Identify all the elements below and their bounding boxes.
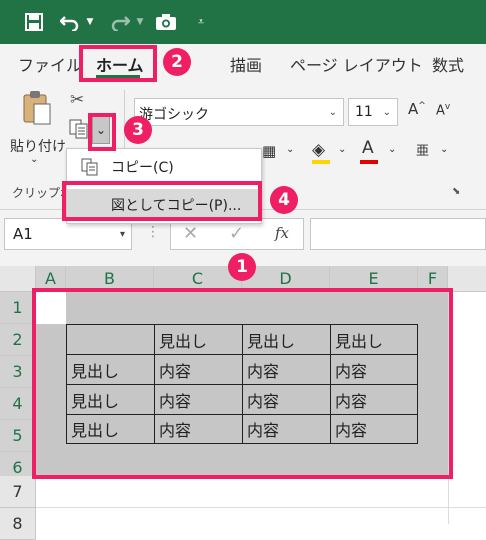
font-color-icon[interactable]: A [362, 138, 374, 158]
menu-item-copy-label: コピー(C) [111, 160, 174, 176]
callout-badge-2: 2 [163, 48, 191, 76]
callout-badge-3: 3 [124, 116, 152, 144]
redo-icon [108, 8, 132, 36]
redo-dropdown-icon: ▼ [136, 17, 144, 27]
table-cell[interactable]: 内容 [243, 415, 331, 444]
more-options-icon: ⋮ [146, 224, 160, 240]
column-header[interactable]: A [36, 266, 66, 292]
table-cell[interactable]: 見出し [155, 325, 243, 355]
font-name-value: 游ゴシック [139, 107, 209, 123]
active-cell[interactable] [36, 292, 66, 324]
increase-font-size-icon[interactable]: A^ [408, 100, 426, 118]
chevron-down-icon[interactable]: ▾ [120, 229, 125, 240]
undo-icon[interactable] [58, 8, 82, 36]
quick-access-toolbar: ▼ ▼ ⩡ [0, 0, 486, 44]
column-header-overflow [448, 266, 486, 292]
ribbon-tabs: ファイル ホーム 描画 ページ レイアウト 数式 [0, 44, 486, 84]
font-color-bar [360, 160, 378, 164]
customize-icon[interactable]: ⩡ [194, 8, 208, 36]
column-header[interactable]: E [330, 266, 418, 292]
formula-input[interactable] [310, 218, 486, 250]
enter-icon[interactable]: ✓ [229, 223, 244, 244]
font-name-box[interactable]: 游ゴシック ⌄ [134, 98, 344, 126]
fill-color-bar [312, 160, 330, 164]
save-icon[interactable] [22, 8, 46, 36]
paste-dropdown-icon[interactable]: ⌄ [30, 154, 38, 165]
table-cell[interactable]: 内容 [243, 355, 331, 385]
table-cell[interactable] [67, 325, 155, 355]
row-header[interactable]: 2 [0, 324, 36, 356]
scissors-icon[interactable]: ✂ [70, 90, 88, 110]
menu-item-copy-as-picture-label: 図としてコピー(P)... [111, 198, 242, 214]
row-header[interactable]: 3 [0, 356, 36, 388]
paste-label[interactable]: 貼り付け [10, 136, 66, 156]
menu-item-copy[interactable]: コピー(C) [67, 151, 261, 183]
undo-dropdown-icon[interactable]: ▼ [84, 8, 96, 36]
chevron-down-icon[interactable]: ⌄ [329, 107, 337, 118]
table-cell[interactable]: 内容 [155, 355, 243, 385]
font-size-box[interactable]: 11 ⌄ [348, 98, 398, 126]
gridline [36, 507, 486, 508]
row-header[interactable]: 8 [0, 508, 36, 540]
active-tab-indicator [96, 75, 140, 78]
column-header[interactable]: B [66, 266, 154, 292]
table-cell[interactable]: 見出し [331, 325, 418, 355]
copy-icon [81, 158, 99, 180]
table-cell[interactable]: 内容 [331, 355, 418, 385]
callout-badge-4: 4 [270, 186, 298, 214]
tab-formulas[interactable]: 数式 [432, 52, 464, 76]
border-icon[interactable]: ▦ [262, 142, 276, 160]
row-header[interactable]: 4 [0, 388, 36, 420]
copy-dropdown-button[interactable]: ⌄ [92, 116, 110, 144]
tab-home[interactable]: ホーム [96, 52, 144, 76]
chevron-down-icon[interactable]: ⌄ [338, 144, 346, 155]
table-cell[interactable]: 内容 [155, 385, 243, 415]
chevron-down-icon[interactable]: ⌄ [286, 144, 294, 155]
chevron-down-icon[interactable]: ⌄ [383, 107, 391, 118]
decrease-font-size-icon[interactable]: Av [436, 102, 450, 118]
cancel-icon[interactable]: ✕ [183, 223, 198, 244]
table-cell[interactable]: 内容 [155, 415, 243, 444]
table-cell[interactable]: 見出し [67, 385, 155, 415]
table-cell[interactable]: 見出し [243, 325, 331, 355]
copy-icon[interactable] [68, 118, 90, 140]
tab-page-layout[interactable]: ページ レイアウト [290, 52, 423, 76]
menu-item-copy-as-picture[interactable]: 図としてコピー(P)... [67, 189, 261, 221]
dialog-launcher-icon[interactable]: ⬊ [452, 186, 460, 197]
select-all-corner[interactable] [0, 266, 36, 292]
table-cell[interactable]: 見出し [67, 355, 155, 385]
copy-dropdown-menu: コピー(C) 図としてコピー(P)... [66, 148, 262, 224]
tab-file[interactable]: ファイル [18, 52, 82, 76]
insert-function-icon[interactable]: fx [275, 224, 289, 242]
name-box-value: A1 [13, 225, 33, 243]
gridline [448, 292, 449, 524]
table-cell[interactable]: 内容 [243, 385, 331, 415]
chevron-down-icon[interactable]: ⌄ [440, 144, 448, 155]
camera-icon[interactable] [154, 8, 178, 36]
font-size-value: 11 [355, 104, 373, 120]
row-header[interactable]: 7 [0, 476, 36, 508]
row-header[interactable]: 1 [0, 292, 36, 324]
column-header[interactable]: F [418, 266, 448, 292]
tab-draw[interactable]: 描画 [230, 52, 262, 76]
paste-icon[interactable] [22, 90, 52, 126]
table-cell[interactable]: 内容 [331, 415, 418, 444]
row-header[interactable]: 5 [0, 420, 36, 452]
table-cell[interactable]: 内容 [331, 385, 418, 415]
chevron-down-icon[interactable]: ⌄ [388, 144, 396, 155]
callout-badge-1: 1 [228, 253, 256, 281]
table-cell[interactable]: 見出し [67, 415, 155, 444]
clipboard-group-label: クリップボ [12, 186, 73, 200]
phonetic-icon[interactable]: 亜 [416, 140, 429, 159]
fill-color-icon[interactable]: ◈ [312, 140, 325, 160]
data-table: 見出し 見出し 見出し 見出し 内容 内容 内容 見出し 内容 内容 内容 見出… [66, 324, 418, 444]
